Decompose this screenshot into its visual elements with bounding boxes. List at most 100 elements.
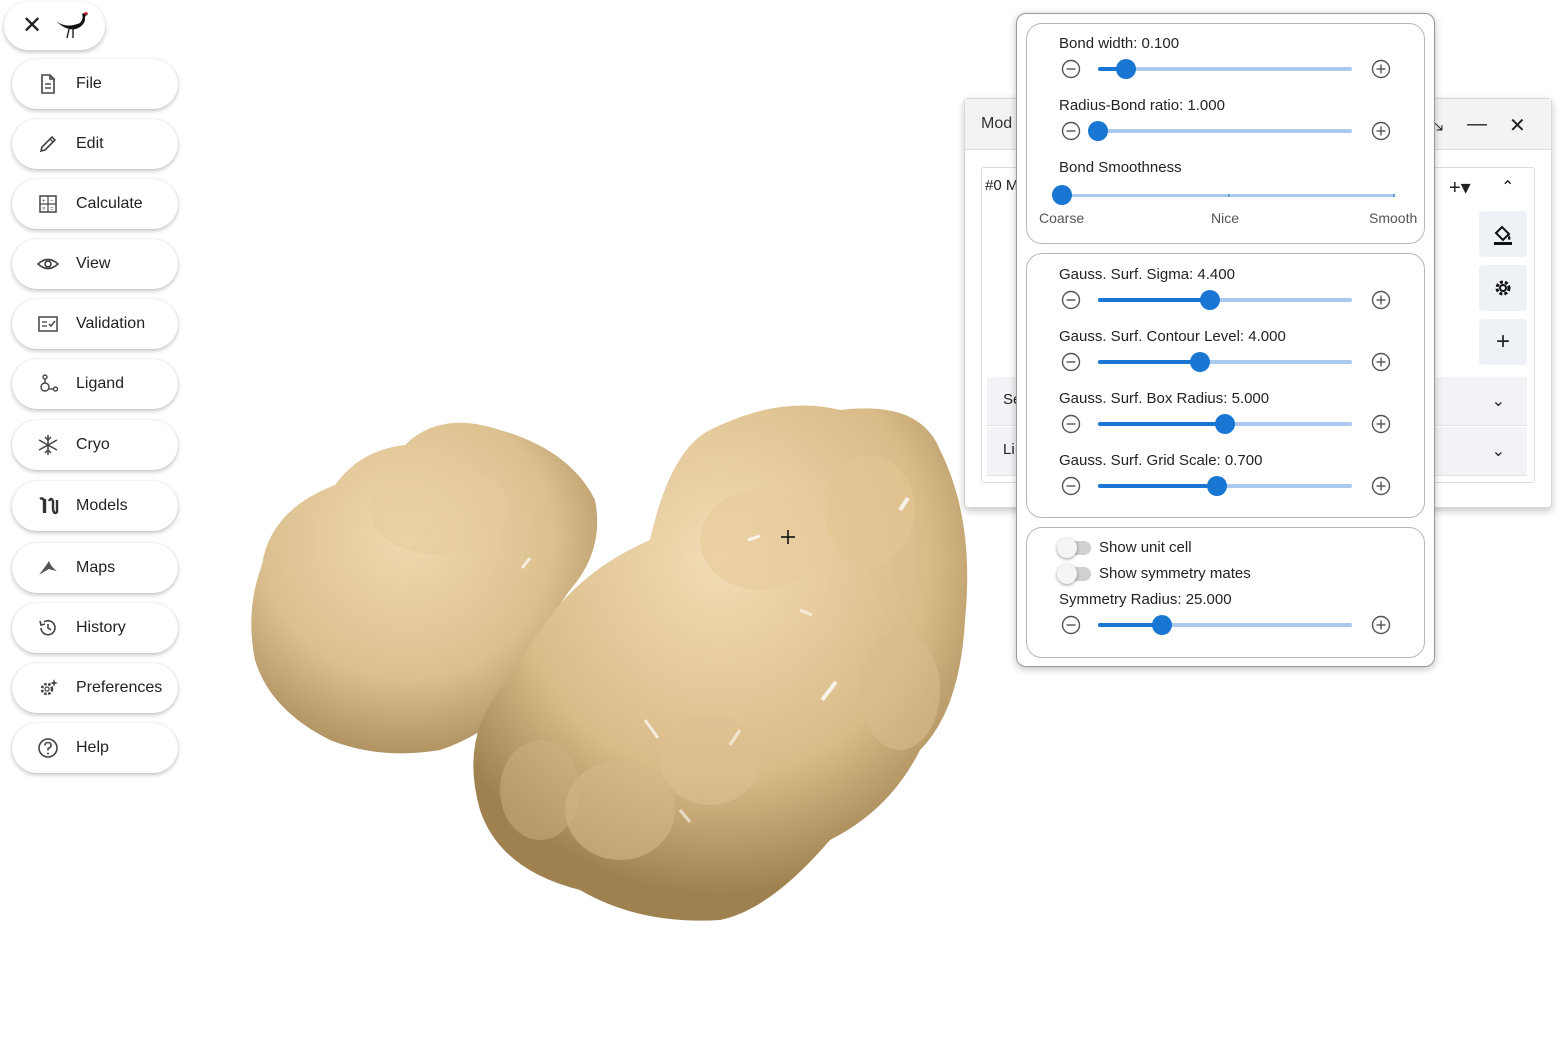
radius-bond-slider[interactable] xyxy=(1088,121,1352,141)
bond-settings-card: Bond width: 0.100 Radius-Bond ratio: 1.0… xyxy=(1026,23,1425,244)
paint-bucket-icon xyxy=(1494,225,1512,245)
menu-label: Maps xyxy=(76,559,116,576)
increase-icon[interactable] xyxy=(1371,615,1391,635)
menu-label: Ligand xyxy=(76,375,125,392)
paint-bucket-button[interactable] xyxy=(1479,211,1527,257)
menu-button-view[interactable]: View xyxy=(12,239,178,289)
add-model-icon[interactable]: +▾ xyxy=(1449,175,1471,200)
bond-width-slider[interactable] xyxy=(1098,59,1352,79)
gear-sparkle-icon xyxy=(37,677,59,699)
menu-button-history[interactable]: History xyxy=(12,603,178,653)
smoothness-thumb[interactable] xyxy=(1052,185,1072,205)
menu-label: Models xyxy=(76,497,128,514)
menu-button-ligand[interactable]: Ligand xyxy=(12,359,178,409)
menu-label: Calculate xyxy=(76,195,143,212)
menu-button-calculate[interactable]: + − × = Calculate xyxy=(12,179,178,229)
file-icon xyxy=(37,73,59,95)
radius-bond-label: Radius-Bond ratio: 1.000 xyxy=(1059,97,1225,114)
menu-button-validation[interactable]: Validation xyxy=(12,299,178,349)
slider-fill xyxy=(1098,422,1225,426)
increase-icon[interactable] xyxy=(1371,476,1391,496)
minimize-icon[interactable]: — xyxy=(1467,113,1487,136)
increase-icon[interactable] xyxy=(1371,59,1391,79)
slider-fill xyxy=(1098,484,1218,488)
menu-label: File xyxy=(76,75,102,92)
decrease-icon[interactable] xyxy=(1061,476,1081,496)
sigma-slider[interactable] xyxy=(1098,290,1352,310)
moorhen-logo-icon xyxy=(54,9,90,44)
symmetry-mates-label: Show symmetry mates xyxy=(1099,565,1251,582)
menu-button-models[interactable]: Models xyxy=(12,481,178,531)
snowflake-icon xyxy=(37,434,59,456)
bond-width-label: Bond width: 0.100 xyxy=(1059,35,1180,52)
decrease-icon[interactable] xyxy=(1061,121,1081,141)
menu-label: Preferences xyxy=(76,679,163,696)
contour-level-label: Gauss. Surf. Contour Level: 4.000 xyxy=(1059,328,1286,345)
decrease-icon[interactable] xyxy=(1061,615,1081,635)
increase-icon[interactable] xyxy=(1371,414,1391,434)
calculator-icon: + − × = xyxy=(37,193,59,215)
unit-cell-label: Show unit cell xyxy=(1099,539,1192,556)
history-icon xyxy=(37,617,59,639)
menu-button-help[interactable]: Help xyxy=(12,723,178,773)
slider-fill xyxy=(1098,298,1210,302)
display-settings-popover: Bond width: 0.100 Radius-Bond ratio: 1.0… xyxy=(1016,13,1435,667)
decrease-icon[interactable] xyxy=(1061,352,1081,372)
models-icon xyxy=(37,495,59,517)
slider-thumb[interactable] xyxy=(1215,414,1235,434)
molecular-surface-viewer[interactable] xyxy=(240,390,980,930)
svg-text:+: + xyxy=(42,199,46,205)
increase-icon[interactable] xyxy=(1371,352,1391,372)
sigma-label: Gauss. Surf. Sigma: 4.400 xyxy=(1059,266,1235,283)
molecule-icon xyxy=(37,373,59,395)
menu-label: Cryo xyxy=(76,436,110,453)
close-icon[interactable]: ✕ xyxy=(22,14,42,38)
symmetry-radius-slider[interactable] xyxy=(1098,615,1352,635)
chevron-down-icon: ⌄ xyxy=(1491,393,1505,410)
box-radius-label: Gauss. Surf. Box Radius: 5.000 xyxy=(1059,390,1270,407)
slider-thumb[interactable] xyxy=(1207,476,1228,496)
menu-button-file[interactable]: File xyxy=(12,59,178,109)
checklist-icon xyxy=(37,313,59,335)
increase-icon[interactable] xyxy=(1371,121,1391,141)
decrease-icon[interactable] xyxy=(1061,59,1081,79)
help-circle-icon xyxy=(37,737,59,759)
add-button[interactable]: + xyxy=(1479,319,1527,365)
menu-button-maps[interactable]: Maps xyxy=(12,543,178,593)
slider-thumb[interactable] xyxy=(1151,615,1172,635)
contour-level-slider[interactable] xyxy=(1098,352,1352,372)
plus-icon: + xyxy=(1495,328,1510,355)
settings-button[interactable] xyxy=(1479,265,1527,311)
symmetry-radius-label: Symmetry Radius: 25.000 xyxy=(1059,591,1232,608)
close-window-icon[interactable]: ✕ xyxy=(1509,113,1526,138)
slider-tick xyxy=(1393,194,1395,197)
bond-smoothness-slider[interactable] xyxy=(1052,185,1395,205)
pencil-icon xyxy=(37,133,59,155)
gear-icon xyxy=(1495,280,1511,296)
decrease-icon[interactable] xyxy=(1061,290,1081,310)
chevron-down-icon: ⌄ xyxy=(1491,443,1505,460)
menu-button-cryo[interactable]: Cryo xyxy=(12,420,178,470)
box-radius-slider[interactable] xyxy=(1098,414,1352,434)
menu-button-preferences[interactable]: Preferences xyxy=(12,663,178,713)
unit-cell-toggle[interactable] xyxy=(1057,538,1091,558)
mark-coarse: Coarse xyxy=(1039,210,1085,226)
symmetry-mates-toggle[interactable] xyxy=(1057,564,1091,584)
model-card-title: #0 M xyxy=(985,177,1019,194)
chevron-up-icon[interactable]: ⌃ xyxy=(1501,177,1514,197)
grid-scale-slider[interactable] xyxy=(1098,476,1352,496)
slider-thumb[interactable] xyxy=(1088,121,1108,141)
symmetry-card: Show unit cell Show symmetry mates Symme… xyxy=(1026,527,1425,658)
menu-label: Help xyxy=(76,739,109,756)
menu-label: Validation xyxy=(76,315,146,332)
menu-button-edit[interactable]: Edit xyxy=(12,119,178,169)
decrease-icon[interactable] xyxy=(1061,414,1081,434)
slider-thumb[interactable] xyxy=(1199,290,1220,310)
slider-thumb[interactable] xyxy=(1189,352,1210,372)
increase-icon[interactable] xyxy=(1371,290,1391,310)
slider-thumb[interactable] xyxy=(1115,59,1136,79)
svg-text:=: = xyxy=(50,207,54,213)
menu-label: Edit xyxy=(76,135,104,152)
accordion-label: Li xyxy=(1003,441,1015,458)
slider-fill xyxy=(1098,360,1200,364)
